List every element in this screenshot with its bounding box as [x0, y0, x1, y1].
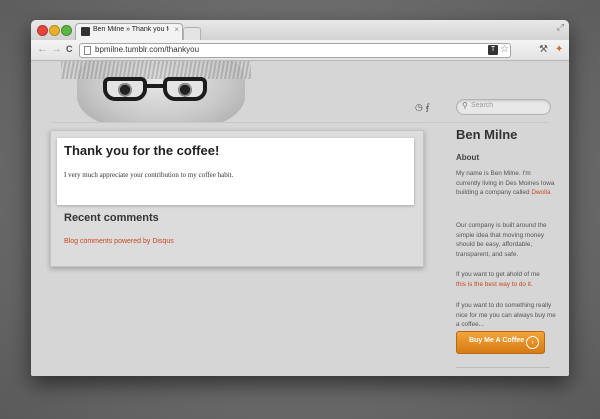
new-tab-button[interactable]	[183, 27, 201, 40]
page-viewport: ◷ ⨐ ⚲ Search Thank you for the coffee! I…	[31, 61, 569, 376]
disqus-link[interactable]: Blog comments powered by Disqus	[64, 238, 174, 245]
search-icon: ⚲	[462, 101, 468, 110]
back-arrow-icon[interactable]: ←	[37, 43, 48, 56]
arrow-right-icon: ›	[526, 336, 539, 349]
extension-icon[interactable]: ✦	[555, 43, 563, 56]
close-window-button[interactable]	[37, 25, 48, 36]
search-placeholder: Search	[471, 102, 494, 109]
page-icon	[84, 46, 91, 55]
archive-rss-icons[interactable]: ◷ ⨐	[415, 102, 430, 113]
title-bar: Ben Milne » Thank you for th... × ⤢	[31, 20, 569, 41]
tab-title: Ben Milne » Thank you for th...	[93, 26, 169, 33]
glasses-graphic	[103, 77, 209, 103]
minimize-window-button[interactable]	[49, 25, 60, 36]
wrench-menu-icon[interactable]: ⚒	[539, 43, 548, 56]
sidebar-name: Ben Milne	[456, 127, 518, 142]
extension-t-icon[interactable]: T	[488, 45, 498, 55]
post-card: Thank you for the coffee! I very much ap…	[57, 138, 414, 205]
about-heading: About	[456, 153, 480, 162]
reload-icon[interactable]: C	[66, 43, 73, 56]
header-divider	[51, 122, 549, 123]
glasses-bridge	[145, 84, 165, 88]
about-paragraph-4: If you want to do something really nice …	[456, 302, 556, 329]
buy-me-a-coffee-button[interactable]: Buy Me A Coffee ›	[456, 331, 545, 354]
tab-close-icon[interactable]: ×	[174, 25, 179, 34]
bookmark-star-icon[interactable]: ☆	[500, 44, 509, 56]
dwolla-link[interactable]: Dwolla	[531, 189, 550, 196]
sidebar-divider	[456, 367, 550, 368]
about-paragraph-2: Our company is built around the simple i…	[456, 222, 547, 258]
tumblr-favicon-icon	[81, 27, 90, 36]
browser-toolbar: ← → C bpmilne.tumblr.com/thankyou T ☆ ⚒ …	[31, 40, 569, 61]
fullscreen-icon[interactable]: ⤢	[557, 22, 564, 33]
buy-coffee-label: Buy Me A Coffee	[469, 337, 525, 344]
post-body: I very much appreciate your contribution…	[64, 171, 234, 179]
post-title: Thank you for the coffee!	[64, 143, 220, 158]
browser-tab[interactable]: Ben Milne » Thank you for th... ×	[75, 23, 183, 41]
forward-arrow-icon[interactable]: →	[51, 43, 62, 56]
browser-window: Ben Milne » Thank you for th... × ⤢ ← → …	[31, 20, 569, 376]
about-paragraph-1: My name is Ben Milne. I'm currently livi…	[456, 169, 556, 198]
url-text[interactable]: bpmilne.tumblr.com/thankyou	[95, 45, 199, 54]
post-divider	[57, 205, 414, 206]
recent-comments-heading: Recent comments	[64, 212, 159, 224]
right-lens	[163, 77, 207, 101]
about-paragraph-3: If you want to get ahold of me this is t…	[456, 270, 556, 289]
about-text-3: If you want to get ahold of me	[456, 271, 540, 278]
search-field[interactable]: ⚲ Search	[456, 99, 551, 115]
contact-link[interactable]: this is the best way to do it.	[456, 281, 533, 288]
header-photo	[61, 61, 251, 123]
left-lens	[103, 77, 147, 101]
address-bar[interactable]: bpmilne.tumblr.com/thankyou T ☆	[79, 43, 511, 58]
maximize-window-button[interactable]	[61, 25, 72, 36]
